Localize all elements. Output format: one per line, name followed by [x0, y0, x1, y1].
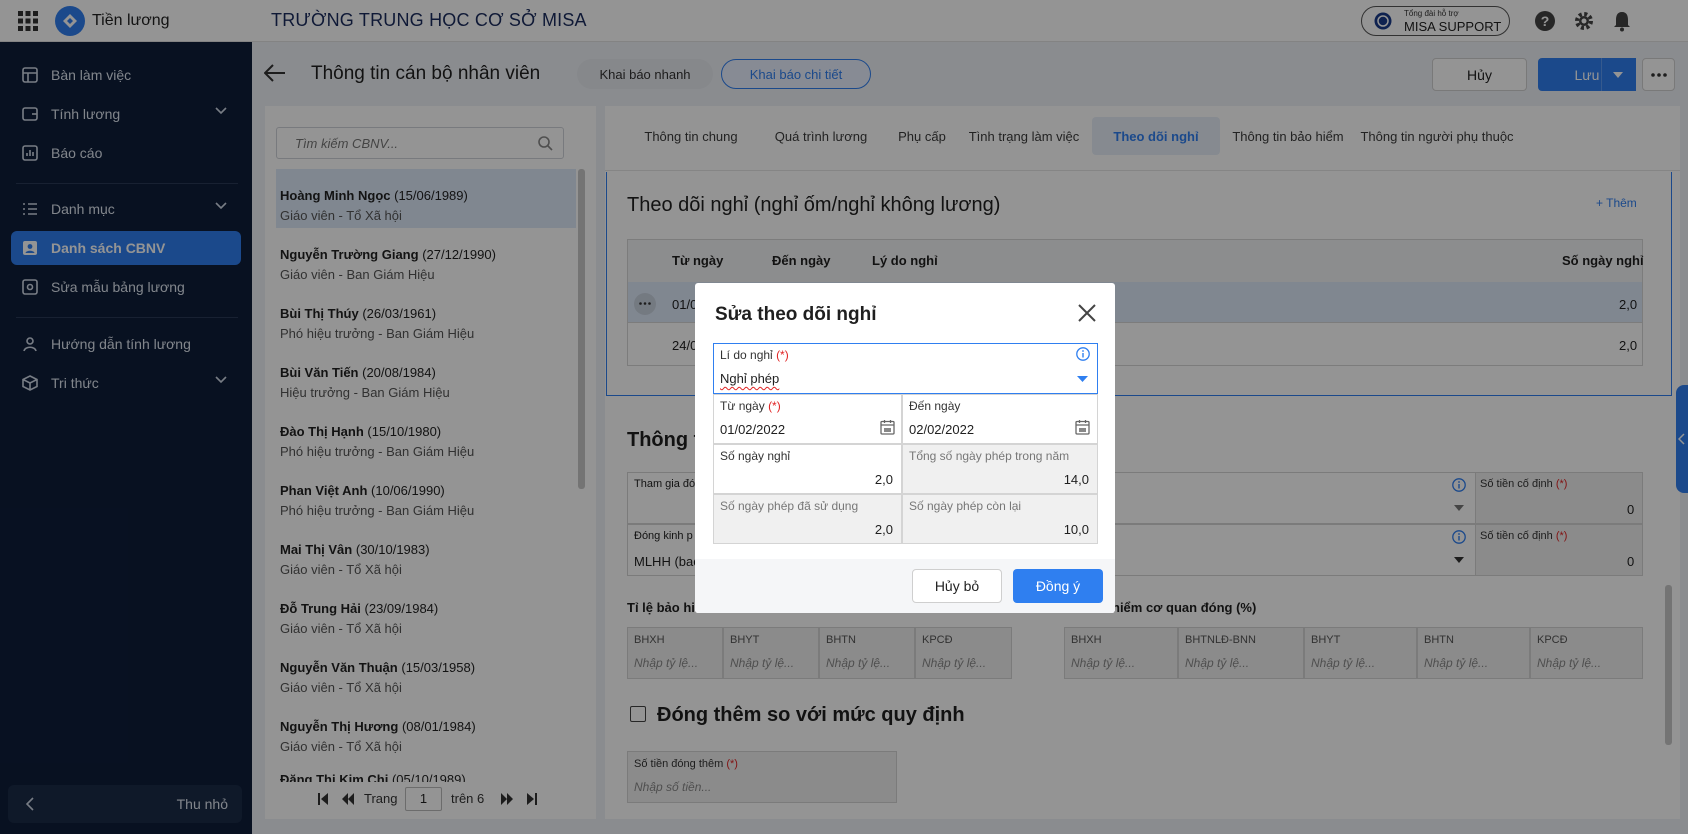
from-date-field[interactable]: Từ ngày (*) 01/02/2022 — [713, 394, 902, 444]
caret-down-icon — [1077, 376, 1088, 382]
reason-select[interactable]: Lí do nghỉ (*) Nghỉ phép — [713, 343, 1098, 394]
reason-value: Nghỉ phép — [720, 371, 780, 386]
days-off-value: 2,0 — [874, 472, 893, 487]
remaining-leave-field: Số ngày phép còn lại 10,0 — [902, 494, 1098, 544]
dialog-title: Sửa theo dõi nghỉ — [715, 304, 877, 325]
edit-leave-dialog: Sửa theo dõi nghỉ Lí do nghỉ (*) Nghỉ ph… — [695, 283, 1115, 613]
to-date-value: 02/02/2022 — [909, 422, 975, 437]
calendar-icon[interactable] — [880, 419, 895, 435]
remaining-leave-value: 10,0 — [1063, 522, 1089, 537]
days-off-field[interactable]: Số ngày nghỉ 2,0 — [713, 444, 902, 494]
to-date-field[interactable]: Đến ngày 02/02/2022 — [902, 394, 1098, 444]
from-date-label: Từ ngày (*) — [720, 399, 781, 413]
total-leave-field: Tổng số ngày phép trong năm 14,0 — [902, 444, 1098, 494]
used-leave-value: 2,0 — [874, 522, 893, 537]
from-date-value: 01/02/2022 — [720, 422, 786, 437]
reason-label: Lí do nghỉ (*) — [720, 348, 789, 362]
total-leave-label: Tổng số ngày phép trong năm — [909, 449, 1070, 463]
days-off-label: Số ngày nghỉ — [720, 449, 791, 463]
dialog-ok-button[interactable]: Đồng ý — [1013, 569, 1103, 603]
close-icon[interactable] — [1078, 304, 1096, 322]
info-icon — [1076, 347, 1090, 361]
dialog-cancel-button[interactable]: Hủy bỏ — [912, 569, 1002, 603]
remaining-leave-label: Số ngày phép còn lại — [909, 499, 1022, 513]
to-date-label: Đến ngày — [909, 399, 961, 413]
used-leave-field: Số ngày phép đã sử dụng 2,0 — [713, 494, 902, 544]
used-leave-label: Số ngày phép đã sử dụng — [720, 499, 859, 513]
calendar-icon[interactable] — [1075, 419, 1090, 435]
total-leave-value: 14,0 — [1063, 472, 1089, 487]
